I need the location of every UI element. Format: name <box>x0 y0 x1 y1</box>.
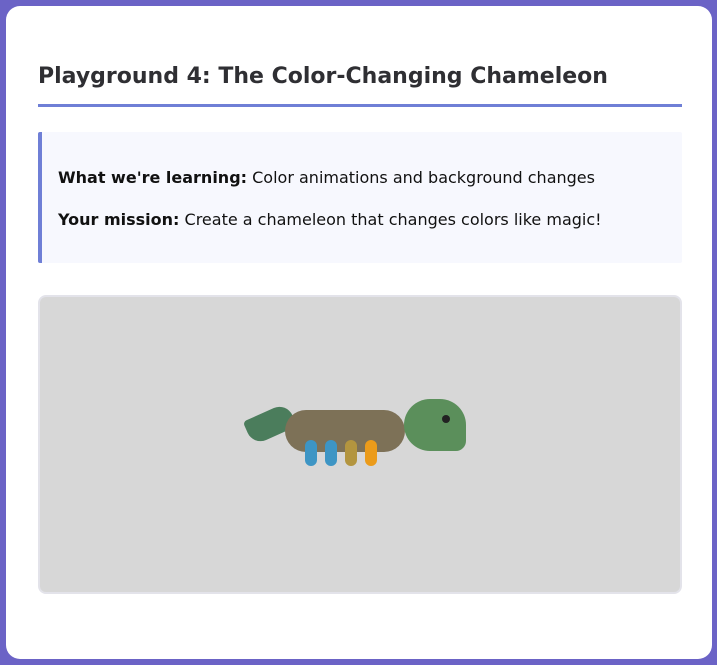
learning-line: What we're learning: Color animations an… <box>58 168 595 187</box>
learning-label: What we're learning: <box>58 168 248 187</box>
info-box: What we're learning: Color animations an… <box>38 132 682 263</box>
chameleon-leg <box>345 440 357 466</box>
chameleon-leg <box>305 440 317 466</box>
title-divider <box>38 104 682 107</box>
chameleon-leg <box>365 440 377 466</box>
chameleon-eye <box>442 415 450 423</box>
mission-line: Your mission: Create a chameleon that ch… <box>58 210 602 229</box>
mission-text: Create a chameleon that changes colors l… <box>179 210 602 229</box>
chameleon-head <box>404 399 466 451</box>
playground-card: Playground 4: The Color-Changing Chamele… <box>6 6 712 659</box>
page-title: Playground 4: The Color-Changing Chamele… <box>38 64 608 89</box>
mission-label: Your mission: <box>58 210 180 229</box>
learning-text: Color animations and background changes <box>247 168 595 187</box>
chameleon-leg <box>325 440 337 466</box>
animation-stage <box>38 295 682 594</box>
